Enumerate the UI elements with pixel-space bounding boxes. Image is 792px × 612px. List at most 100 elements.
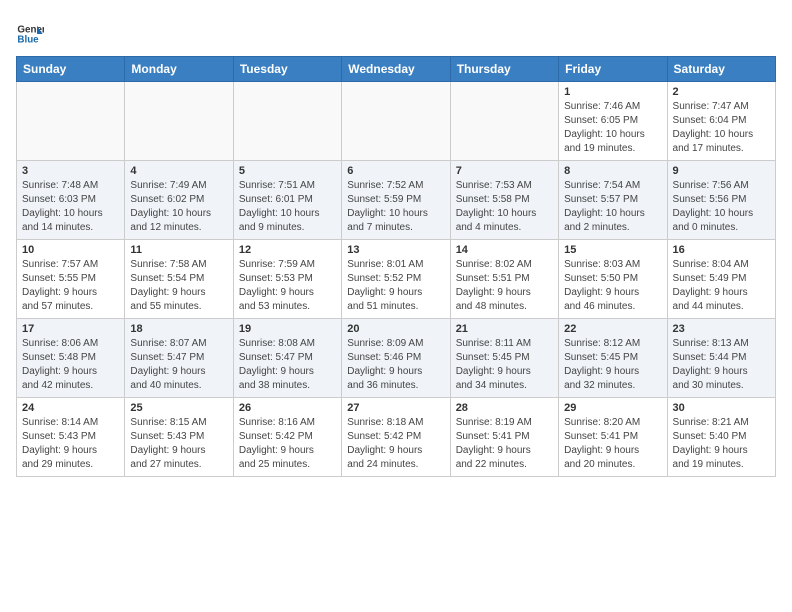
day-info: Sunrise: 8:15 AM Sunset: 5:43 PM Dayligh… — [130, 416, 227, 472]
day-info: Sunrise: 7:58 AM Sunset: 5:54 PM Dayligh… — [130, 258, 227, 314]
weekday-header-friday: Friday — [559, 57, 667, 82]
day-number: 11 — [130, 244, 227, 256]
calendar-cell: 9 Sunrise: 7:56 AM Sunset: 5:56 PM Daylig… — [667, 161, 775, 240]
day-number: 2 — [673, 86, 770, 98]
calendar-cell: 27 Sunrise: 8:18 AM Sunset: 5:42 PM Dayli… — [342, 398, 450, 477]
day-number: 16 — [673, 244, 770, 256]
day-info: Sunrise: 7:53 AM Sunset: 5:58 PM Dayligh… — [456, 179, 553, 235]
day-info: Sunrise: 8:07 AM Sunset: 5:47 PM Dayligh… — [130, 337, 227, 393]
day-info: Sunrise: 8:18 AM Sunset: 5:42 PM Dayligh… — [347, 416, 444, 472]
day-info: Sunrise: 8:20 AM Sunset: 5:41 PM Dayligh… — [564, 416, 661, 472]
day-info: Sunrise: 8:12 AM Sunset: 5:45 PM Dayligh… — [564, 337, 661, 393]
calendar-cell: 13Sunrise: 8:01 AM Sunset: 5:52 PM Dayli… — [342, 240, 450, 319]
day-info: Sunrise: 8:16 AM Sunset: 5:42 PM Dayligh… — [239, 416, 336, 472]
day-number: 4 — [130, 165, 227, 177]
day-number: 10 — [22, 244, 119, 256]
day-number: 6 — [347, 165, 444, 177]
weekday-header-thursday: Thursday — [450, 57, 558, 82]
calendar-cell: 23 Sunrise: 8:13 AM Sunset: 5:44 PM Dayli… — [667, 319, 775, 398]
day-info: Sunrise: 8:01 AM Sunset: 5:52 PM Dayligh… — [347, 258, 444, 314]
day-info: Sunrise: 8:02 AM Sunset: 5:51 PM Dayligh… — [456, 258, 553, 314]
day-info: Sunrise: 7:46 AM Sunset: 6:05 PM Dayligh… — [564, 100, 661, 156]
day-info: Sunrise: 8:21 AM Sunset: 5:40 PM Dayligh… — [673, 416, 770, 472]
day-number: 5 — [239, 165, 336, 177]
calendar-cell: 11 Sunrise: 7:58 AM Sunset: 5:54 PM Dayli… — [125, 240, 233, 319]
logo: General Blue — [16, 20, 48, 48]
day-info: Sunrise: 8:13 AM Sunset: 5:44 PM Dayligh… — [673, 337, 770, 393]
day-number: 23 — [673, 323, 770, 335]
calendar-cell: 18 Sunrise: 8:07 AM Sunset: 5:47 PM Dayli… — [125, 319, 233, 398]
calendar-cell — [450, 82, 558, 161]
day-info: Sunrise: 7:47 AM Sunset: 6:04 PM Dayligh… — [673, 100, 770, 156]
calendar-cell: 22Sunrise: 8:12 AM Sunset: 5:45 PM Dayli… — [559, 319, 667, 398]
day-info: Sunrise: 8:04 AM Sunset: 5:49 PM Dayligh… — [673, 258, 770, 314]
day-number: 25 — [130, 402, 227, 414]
calendar-cell: 14Sunrise: 8:02 AM Sunset: 5:51 PM Dayli… — [450, 240, 558, 319]
day-number: 1 — [564, 86, 661, 98]
day-info: Sunrise: 8:09 AM Sunset: 5:46 PM Dayligh… — [347, 337, 444, 393]
calendar-week-row: 3 Sunrise: 7:48 AM Sunset: 6:03 PM Daylig… — [17, 161, 776, 240]
calendar-cell — [125, 82, 233, 161]
calendar-cell: 1 Sunrise: 7:46 AM Sunset: 6:05 PM Daylig… — [559, 82, 667, 161]
calendar-cell: 26 Sunrise: 8:16 AM Sunset: 5:42 PM Dayli… — [233, 398, 341, 477]
weekday-header-wednesday: Wednesday — [342, 57, 450, 82]
day-info: Sunrise: 8:03 AM Sunset: 5:50 PM Dayligh… — [564, 258, 661, 314]
calendar-cell: 29 Sunrise: 8:20 AM Sunset: 5:41 PM Dayli… — [559, 398, 667, 477]
calendar-cell: 28 Sunrise: 8:19 AM Sunset: 5:41 PM Dayli… — [450, 398, 558, 477]
day-number: 20 — [347, 323, 444, 335]
day-number: 24 — [22, 402, 119, 414]
calendar-cell: 10 Sunrise: 7:57 AM Sunset: 5:55 PM Dayli… — [17, 240, 125, 319]
calendar-cell: 5 Sunrise: 7:51 AM Sunset: 6:01 PM Daylig… — [233, 161, 341, 240]
day-number: 7 — [456, 165, 553, 177]
weekday-header-sunday: Sunday — [17, 57, 125, 82]
day-number: 19 — [239, 323, 336, 335]
day-info: Sunrise: 8:19 AM Sunset: 5:41 PM Dayligh… — [456, 416, 553, 472]
day-number: 30 — [673, 402, 770, 414]
day-number: 26 — [239, 402, 336, 414]
day-number: 18 — [130, 323, 227, 335]
calendar-header-row: SundayMondayTuesdayWednesdayThursdayFrid… — [17, 57, 776, 82]
calendar-cell: 3 Sunrise: 7:48 AM Sunset: 6:03 PM Daylig… — [17, 161, 125, 240]
calendar-cell — [342, 82, 450, 161]
day-info: Sunrise: 7:49 AM Sunset: 6:02 PM Dayligh… — [130, 179, 227, 235]
header: General Blue — [16, 16, 776, 48]
day-number: 28 — [456, 402, 553, 414]
calendar-cell: 6 Sunrise: 7:52 AM Sunset: 5:59 PM Daylig… — [342, 161, 450, 240]
calendar-cell: 7 Sunrise: 7:53 AM Sunset: 5:58 PM Daylig… — [450, 161, 558, 240]
calendar-week-row: 17Sunrise: 8:06 AM Sunset: 5:48 PM Dayli… — [17, 319, 776, 398]
day-number: 3 — [22, 165, 119, 177]
calendar-cell: 30 Sunrise: 8:21 AM Sunset: 5:40 PM Dayli… — [667, 398, 775, 477]
calendar-cell: 20 Sunrise: 8:09 AM Sunset: 5:46 PM Dayli… — [342, 319, 450, 398]
calendar-cell: 4 Sunrise: 7:49 AM Sunset: 6:02 PM Daylig… — [125, 161, 233, 240]
svg-text:Blue: Blue — [17, 34, 39, 45]
weekday-header-tuesday: Tuesday — [233, 57, 341, 82]
weekday-header-saturday: Saturday — [667, 57, 775, 82]
day-number: 27 — [347, 402, 444, 414]
day-info: Sunrise: 7:48 AM Sunset: 6:03 PM Dayligh… — [22, 179, 119, 235]
day-info: Sunrise: 7:59 AM Sunset: 5:53 PM Dayligh… — [239, 258, 336, 314]
calendar-cell: 25 Sunrise: 8:15 AM Sunset: 5:43 PM Dayli… — [125, 398, 233, 477]
day-info: Sunrise: 8:11 AM Sunset: 5:45 PM Dayligh… — [456, 337, 553, 393]
day-info: Sunrise: 7:51 AM Sunset: 6:01 PM Dayligh… — [239, 179, 336, 235]
day-number: 9 — [673, 165, 770, 177]
calendar-week-row: 24Sunrise: 8:14 AM Sunset: 5:43 PM Dayli… — [17, 398, 776, 477]
calendar-cell: 16 Sunrise: 8:04 AM Sunset: 5:49 PM Dayli… — [667, 240, 775, 319]
calendar-cell: 24Sunrise: 8:14 AM Sunset: 5:43 PM Dayli… — [17, 398, 125, 477]
calendar: SundayMondayTuesdayWednesdayThursdayFrid… — [16, 56, 776, 477]
calendar-cell: 8Sunrise: 7:54 AM Sunset: 5:57 PM Daylig… — [559, 161, 667, 240]
day-info: Sunrise: 8:06 AM Sunset: 5:48 PM Dayligh… — [22, 337, 119, 393]
calendar-cell — [17, 82, 125, 161]
day-info: Sunrise: 7:56 AM Sunset: 5:56 PM Dayligh… — [673, 179, 770, 235]
calendar-cell: 2 Sunrise: 7:47 AM Sunset: 6:04 PM Daylig… — [667, 82, 775, 161]
calendar-week-row: 10 Sunrise: 7:57 AM Sunset: 5:55 PM Dayli… — [17, 240, 776, 319]
day-number: 12 — [239, 244, 336, 256]
day-info: Sunrise: 7:52 AM Sunset: 5:59 PM Dayligh… — [347, 179, 444, 235]
day-number: 21 — [456, 323, 553, 335]
calendar-cell: 15 Sunrise: 8:03 AM Sunset: 5:50 PM Dayli… — [559, 240, 667, 319]
day-info: Sunrise: 7:57 AM Sunset: 5:55 PM Dayligh… — [22, 258, 119, 314]
weekday-header-monday: Monday — [125, 57, 233, 82]
day-number: 29 — [564, 402, 661, 414]
calendar-cell: 12 Sunrise: 7:59 AM Sunset: 5:53 PM Dayli… — [233, 240, 341, 319]
day-info: Sunrise: 7:54 AM Sunset: 5:57 PM Dayligh… — [564, 179, 661, 235]
day-number: 15 — [564, 244, 661, 256]
